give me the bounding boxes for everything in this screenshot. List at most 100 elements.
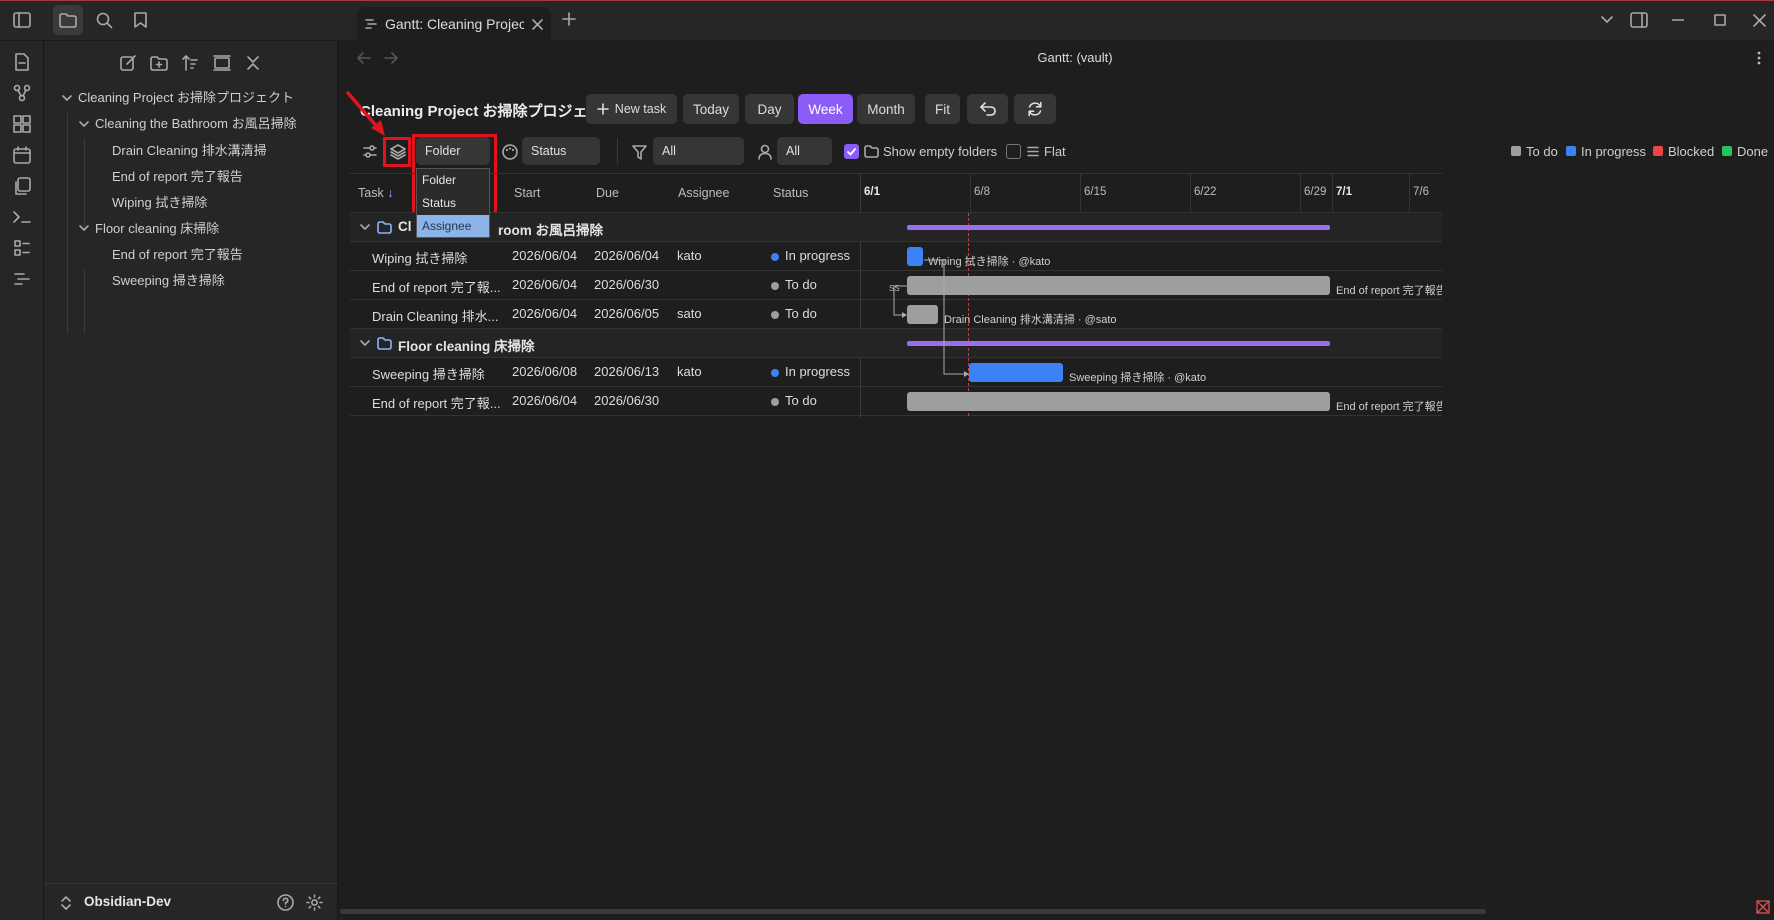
- tree-indent-guide: [67, 113, 68, 333]
- folder-icon: [377, 337, 392, 350]
- new-tab-icon[interactable]: [562, 12, 576, 26]
- status-filter-select[interactable]: All: [653, 137, 744, 165]
- palette-icon[interactable]: [502, 144, 518, 160]
- minimize-icon[interactable]: [1660, 6, 1696, 34]
- column-header-due[interactable]: Due: [596, 186, 619, 200]
- group-label-bathroom-visible-start: Cl: [398, 219, 412, 234]
- forward-arrow-icon[interactable]: [384, 52, 398, 64]
- column-header-assignee[interactable]: Assignee: [678, 186, 729, 200]
- file-wiping[interactable]: Wiping 拭き掃除: [112, 190, 207, 216]
- task-assignee: kato: [677, 248, 702, 263]
- month-gridline: [1332, 173, 1333, 212]
- tab-list-chevron-icon[interactable]: [1589, 6, 1625, 34]
- new-note-icon[interactable]: [10, 50, 34, 74]
- task-name[interactable]: End of report 完了報...: [372, 277, 501, 296]
- row-divider: [350, 415, 1442, 416]
- flat-checkbox[interactable]: [1006, 144, 1021, 159]
- task-start: 2026/06/04: [512, 277, 578, 292]
- column-header-task[interactable]: Task ↓: [358, 186, 393, 200]
- close-tab-icon[interactable]: [532, 18, 543, 30]
- show-empty-folders-checkbox[interactable]: [844, 144, 859, 159]
- settings-gear-icon[interactable]: [306, 894, 323, 911]
- task-name[interactable]: Drain Cleaning 排水...: [372, 306, 498, 325]
- column-header-start[interactable]: Start: [514, 186, 540, 200]
- collapse-all-icon[interactable]: [240, 50, 266, 76]
- back-arrow-icon[interactable]: [357, 52, 371, 64]
- group-label-floor: Floor cleaning 床掃除: [398, 339, 535, 354]
- auto-reveal-icon[interactable]: [209, 50, 235, 76]
- templates-icon[interactable]: [10, 174, 34, 198]
- gantt-project-title: Cleaning Project お掃除プロジェクト: [360, 103, 618, 120]
- toggle-right-sidebar-icon[interactable]: [1621, 6, 1657, 34]
- gantt-bar-label: End of report 完了報告: [1336, 285, 1442, 297]
- tab-gantt[interactable]: Gantt: Cleaning Project...: [357, 7, 551, 41]
- week-view-button[interactable]: Week: [798, 94, 853, 124]
- folder-cleaning-bathroom[interactable]: Cleaning the Bathroom お風呂掃除: [95, 111, 297, 137]
- fit-button[interactable]: Fit: [925, 94, 960, 124]
- undo-button[interactable]: [967, 94, 1008, 124]
- day-view-button[interactable]: Day: [745, 94, 794, 124]
- sort-icon[interactable]: [177, 50, 203, 76]
- help-icon[interactable]: [277, 894, 294, 911]
- graph-view-icon[interactable]: [10, 81, 34, 105]
- group-option-status[interactable]: Status: [417, 192, 489, 214]
- new-note-icon[interactable]: [115, 50, 141, 76]
- week-gridline: [1300, 173, 1301, 212]
- toggle-sidebar-icon[interactable]: [7, 5, 37, 35]
- user-icon[interactable]: [758, 144, 772, 160]
- more-options-icon[interactable]: [1757, 51, 1761, 65]
- color-by-select[interactable]: Status: [522, 137, 600, 165]
- task-name[interactable]: End of report 完了報...: [372, 393, 501, 412]
- timeline-header-date: 6/15: [1084, 186, 1107, 198]
- sync-error-icon[interactable]: [1756, 900, 1770, 914]
- kanban-icon[interactable]: [10, 236, 34, 260]
- file-explorer-icon[interactable]: [53, 5, 83, 35]
- task-assignee: kato: [677, 364, 702, 379]
- legend-swatch-todo: [1511, 146, 1521, 156]
- maximize-icon[interactable]: [1702, 6, 1738, 34]
- gantt-icon[interactable]: [10, 267, 34, 291]
- layers-icon[interactable]: [390, 144, 406, 160]
- bookmark-icon[interactable]: [125, 5, 155, 35]
- new-folder-icon[interactable]: [146, 50, 172, 76]
- group-option-folder[interactable]: Folder: [417, 169, 489, 191]
- filter-funnel-icon[interactable]: [632, 145, 647, 160]
- horizontal-scrollbar[interactable]: [340, 909, 1486, 914]
- calendar-icon[interactable]: [10, 143, 34, 167]
- vault-switcher[interactable]: Obsidian-Dev: [44, 883, 338, 920]
- title-bar: Gantt: Cleaning Project...: [0, 0, 1774, 41]
- chevron-down-icon[interactable]: [360, 224, 370, 231]
- search-icon[interactable]: [89, 5, 119, 35]
- status-dot: [771, 253, 779, 261]
- gantt-bar-end-of-report[interactable]: [907, 392, 1330, 411]
- group-option-assignee[interactable]: Assignee: [417, 215, 489, 237]
- close-window-icon[interactable]: [1744, 6, 1774, 34]
- file-end-of-report[interactable]: End of report 完了報告: [112, 164, 243, 190]
- file-drain-cleaning[interactable]: Drain Cleaning 排水溝清掃: [112, 138, 267, 164]
- flat-label[interactable]: Flat: [1044, 144, 1066, 159]
- new-task-button[interactable]: New task: [586, 94, 677, 124]
- chevron-down-icon[interactable]: [360, 340, 370, 347]
- folder-floor-cleaning[interactable]: Floor cleaning 床掃除: [95, 216, 219, 242]
- settings-sliders-icon[interactable]: [363, 145, 377, 158]
- show-empty-folders-label[interactable]: Show empty folders: [883, 144, 997, 159]
- task-status: To do: [785, 277, 817, 292]
- assignee-filter-select[interactable]: All: [777, 137, 832, 165]
- chevron-down-icon[interactable]: [79, 121, 89, 128]
- chevron-down-icon[interactable]: [62, 95, 72, 102]
- gantt-bar-sweeping[interactable]: [969, 363, 1063, 382]
- folder-cleaning-project[interactable]: Cleaning Project お掃除プロジェクト: [78, 85, 294, 111]
- canvas-icon[interactable]: [10, 112, 34, 136]
- status-dot: [771, 369, 779, 377]
- task-name[interactable]: Sweeping 掃き掃除: [372, 364, 485, 383]
- command-palette-icon[interactable]: [10, 205, 34, 229]
- task-name[interactable]: Wiping 拭き掃除: [372, 248, 467, 267]
- tree-indent-guide: [84, 269, 85, 333]
- chevron-down-icon[interactable]: [79, 225, 89, 232]
- month-view-button[interactable]: Month: [857, 94, 915, 124]
- file-sweeping[interactable]: Sweeping 掃き掃除: [112, 268, 225, 294]
- column-header-status[interactable]: Status: [773, 186, 808, 200]
- refresh-button[interactable]: [1014, 94, 1056, 124]
- file-end-of-report[interactable]: End of report 完了報告: [112, 242, 243, 268]
- today-button[interactable]: Today: [683, 94, 739, 124]
